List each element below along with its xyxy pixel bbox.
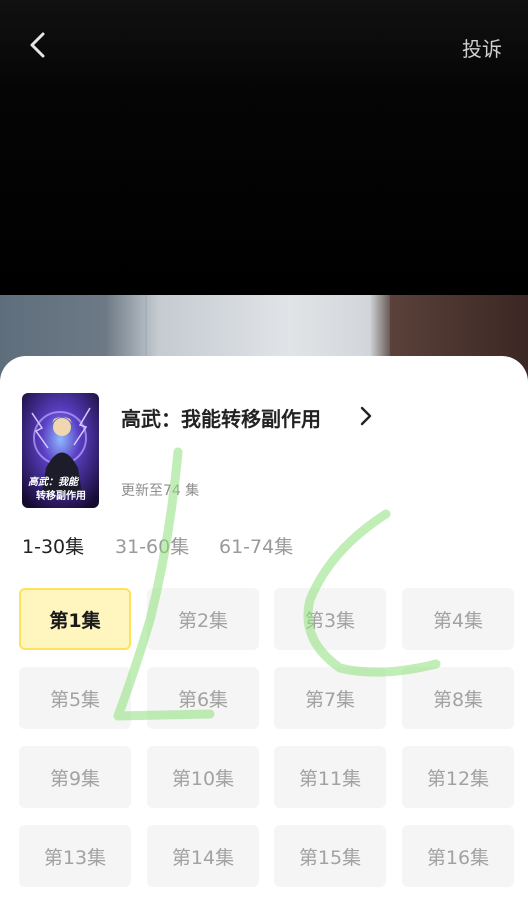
drama-poster[interactable]: 高武：我能 转移副作用 [22,393,99,508]
poster-title-line1: 高武：我能 [28,477,78,488]
episode-button-11[interactable]: 第11集 [274,746,386,808]
range-tab-31-60[interactable]: 31-60集 [115,532,189,559]
episode-button-6[interactable]: 第6集 [147,667,259,729]
episode-button-1[interactable]: 第1集 [19,588,131,650]
episode-button-7[interactable]: 第7集 [274,667,386,729]
episode-button-9[interactable]: 第9集 [19,746,131,808]
episode-button-3[interactable]: 第3集 [274,588,386,650]
episode-button-10[interactable]: 第10集 [147,746,259,808]
drama-title[interactable]: 高武：我能转移副作用 [121,403,321,432]
episode-button-16[interactable]: 第16集 [402,825,514,887]
chevron-right-icon[interactable] [356,404,376,428]
episode-button-4[interactable]: 第4集 [402,588,514,650]
episode-button-8[interactable]: 第8集 [402,667,514,729]
episode-button-5[interactable]: 第5集 [19,667,131,729]
episode-button-2[interactable]: 第2集 [147,588,259,650]
episode-button-13[interactable]: 第13集 [19,825,131,887]
episode-button-14[interactable]: 第14集 [147,825,259,887]
episode-selector-sheet: 高武：我能 转移副作用 高武：我能转移副作用 更新至74 集 1-30集 31-… [0,356,528,906]
range-tab-1-30[interactable]: 1-30集 [22,532,84,559]
episode-button-15[interactable]: 第15集 [274,825,386,887]
poster-title-line2: 转移副作用 [36,491,86,502]
video-player-area[interactable]: 投诉 [0,0,528,296]
range-tab-61-74[interactable]: 61-74集 [219,532,293,559]
episode-button-12[interactable]: 第12集 [402,746,514,808]
update-status: 更新至74 集 [121,483,200,499]
chevron-left-icon[interactable] [22,28,56,62]
complaint-button[interactable]: 投诉 [462,33,502,62]
